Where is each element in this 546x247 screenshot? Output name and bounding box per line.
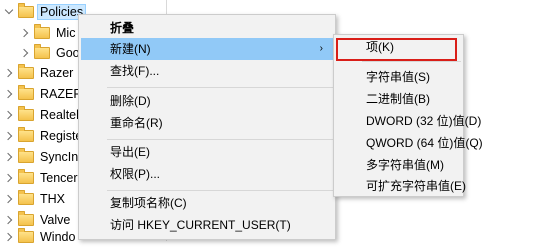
context-menu: 折叠 新建(N) › 查找(F)... 删除(D) 重命名(R) 导出(E) 权… xyxy=(78,14,336,240)
tree-item-label: SyncInt xyxy=(40,150,82,164)
menu-separator xyxy=(107,87,333,88)
menu-item-new[interactable]: 新建(N) › xyxy=(81,38,333,60)
chevron-down-icon[interactable] xyxy=(4,7,14,17)
menu-separator xyxy=(362,61,461,62)
chevron-right-icon[interactable] xyxy=(20,28,30,38)
submenu-item-qword-value[interactable]: QWORD (64 位)值(Q) xyxy=(336,132,483,154)
tree-item-windows[interactable]: Windo xyxy=(4,227,77,247)
folder-icon xyxy=(18,106,34,121)
submenu-item-string-value[interactable]: 字符串值(S) xyxy=(336,66,461,88)
chevron-right-icon[interactable] xyxy=(4,152,14,162)
chevron-right-icon[interactable] xyxy=(4,68,14,78)
chevron-right-icon[interactable] xyxy=(4,131,14,141)
tree-item-realtek[interactable]: Realtel xyxy=(4,105,81,125)
submenu-item-expandable-string-value[interactable]: 可扩充字符串值(E) xyxy=(336,175,466,197)
chevron-right-icon[interactable] xyxy=(4,173,14,183)
folder-icon xyxy=(18,64,34,79)
chevron-right-icon[interactable] xyxy=(4,110,14,120)
tree-item-registered[interactable]: Registe xyxy=(4,126,84,146)
folder-icon xyxy=(34,24,50,39)
tree-item-label: Realtel xyxy=(40,108,79,122)
chevron-right-icon: › xyxy=(319,43,323,54)
folder-icon xyxy=(18,127,34,142)
folder-icon xyxy=(18,3,34,18)
submenu-item-binary-value[interactable]: 二进制值(B) xyxy=(336,88,461,110)
tree-item-thx[interactable]: THX xyxy=(4,189,67,209)
tree-item-goo[interactable]: Goo xyxy=(20,43,82,63)
tree-item-label: Valve xyxy=(40,213,71,227)
folder-icon xyxy=(18,169,34,184)
tree-item-tencent[interactable]: Tencer xyxy=(4,168,80,188)
menu-item-label: 新建(N) xyxy=(110,42,151,56)
tree-item-policies[interactable]: Policies xyxy=(4,2,87,22)
submenu-item-dword-value[interactable]: DWORD (32 位)值(D) xyxy=(336,110,481,132)
annotation-highlight-box xyxy=(336,38,457,61)
folder-icon xyxy=(18,228,34,243)
menu-separator xyxy=(107,139,333,140)
tree-item-syncint[interactable]: SyncInt xyxy=(4,147,84,167)
menu-item-goto-hkcu[interactable]: 访问 HKEY_CURRENT_USER(T) xyxy=(81,214,333,236)
tree-item-razer[interactable]: Razer xyxy=(4,63,75,83)
menu-separator xyxy=(107,190,333,191)
menu-item-permissions[interactable]: 权限(P)... xyxy=(81,163,333,185)
menu-item-find[interactable]: 查找(F)... xyxy=(81,60,333,82)
tree-item-label: Windo xyxy=(40,230,76,244)
folder-icon xyxy=(18,148,34,163)
chevron-right-icon[interactable] xyxy=(20,48,30,58)
tree-item-razer-upper[interactable]: RAZER xyxy=(4,84,84,104)
submenu-item-multi-string-value[interactable]: 多字符串值(M) xyxy=(336,154,461,176)
tree-item-label: Mic xyxy=(56,26,76,40)
chevron-right-icon[interactable] xyxy=(4,194,14,204)
folder-icon xyxy=(18,85,34,100)
chevron-right-icon[interactable] xyxy=(4,89,14,99)
tree-item-label: Tencer xyxy=(40,171,78,185)
menu-item-rename[interactable]: 重命名(R) xyxy=(81,112,333,134)
menu-item-export[interactable]: 导出(E) xyxy=(81,141,333,163)
menu-item-collapse[interactable]: 折叠 xyxy=(81,17,333,39)
tree-item-label: Razer xyxy=(40,66,74,80)
folder-icon xyxy=(34,44,50,59)
chevron-right-icon[interactable] xyxy=(4,215,14,225)
menu-item-copy-key-name[interactable]: 复制项名称(C) xyxy=(81,192,333,214)
tree-item-mic[interactable]: Mic xyxy=(20,23,77,43)
folder-icon xyxy=(18,190,34,205)
folder-icon xyxy=(18,211,34,226)
menu-item-delete[interactable]: 删除(D) xyxy=(81,90,333,112)
tree-item-label: THX xyxy=(40,192,65,206)
